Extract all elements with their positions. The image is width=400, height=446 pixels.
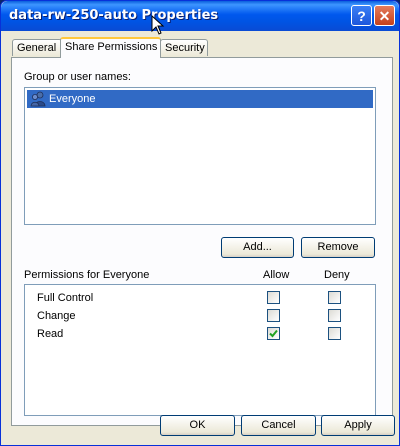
permission-read-label: Read — [37, 328, 64, 340]
permission-change-label: Change — [37, 310, 76, 322]
ok-button[interactable]: OK — [160, 415, 235, 436]
permissions-list: Full Control Change Read — [24, 284, 376, 416]
tab-general-label: General — [17, 42, 57, 54]
users-group-icon — [30, 91, 46, 107]
change-allow-checkbox[interactable] — [267, 309, 280, 322]
tab-general[interactable]: General — [12, 39, 62, 56]
read-allow-checkbox[interactable] — [267, 327, 280, 340]
group-names-label: Group or user names: — [24, 71, 131, 83]
full-control-allow-checkbox[interactable] — [267, 291, 280, 304]
tab-share-permissions[interactable]: Share Permissions — [60, 37, 161, 58]
tab-share-permissions-label: Share Permissions — [65, 41, 158, 53]
allow-column-label: Allow — [263, 269, 290, 281]
deny-column-label: Deny — [324, 269, 350, 281]
dialog-client: General Share Permissions Security Group… — [5, 31, 395, 441]
read-deny-checkbox[interactable] — [328, 327, 341, 340]
cancel-button[interactable]: Cancel — [241, 415, 316, 436]
title-bar[interactable]: data-rw-250-auto Properties ? ✕ — [1, 1, 399, 35]
share-permissions-panel: Group or user names: Everyone Add... Rem… — [11, 57, 393, 426]
checkmark-icon — [269, 329, 278, 338]
properties-dialog: data-rw-250-auto Properties ? ✕ General … — [0, 0, 400, 446]
close-button[interactable]: ✕ — [374, 5, 395, 26]
remove-button[interactable]: Remove — [301, 237, 375, 258]
tab-security[interactable]: Security — [160, 39, 208, 56]
apply-button[interactable]: Apply — [321, 415, 395, 436]
list-item[interactable]: Everyone — [27, 90, 373, 108]
tab-security-label: Security — [165, 42, 205, 54]
permission-full-control-label: Full Control — [37, 292, 94, 304]
change-deny-checkbox[interactable] — [328, 309, 341, 322]
full-control-deny-checkbox[interactable] — [328, 291, 341, 304]
group-user-list[interactable]: Everyone — [24, 87, 376, 225]
window-title: data-rw-250-auto Properties — [9, 8, 219, 23]
add-button[interactable]: Add... — [221, 237, 294, 258]
permissions-header: Permissions for Everyone — [24, 269, 150, 281]
list-item-label: Everyone — [49, 93, 96, 105]
help-button[interactable]: ? — [351, 5, 372, 26]
